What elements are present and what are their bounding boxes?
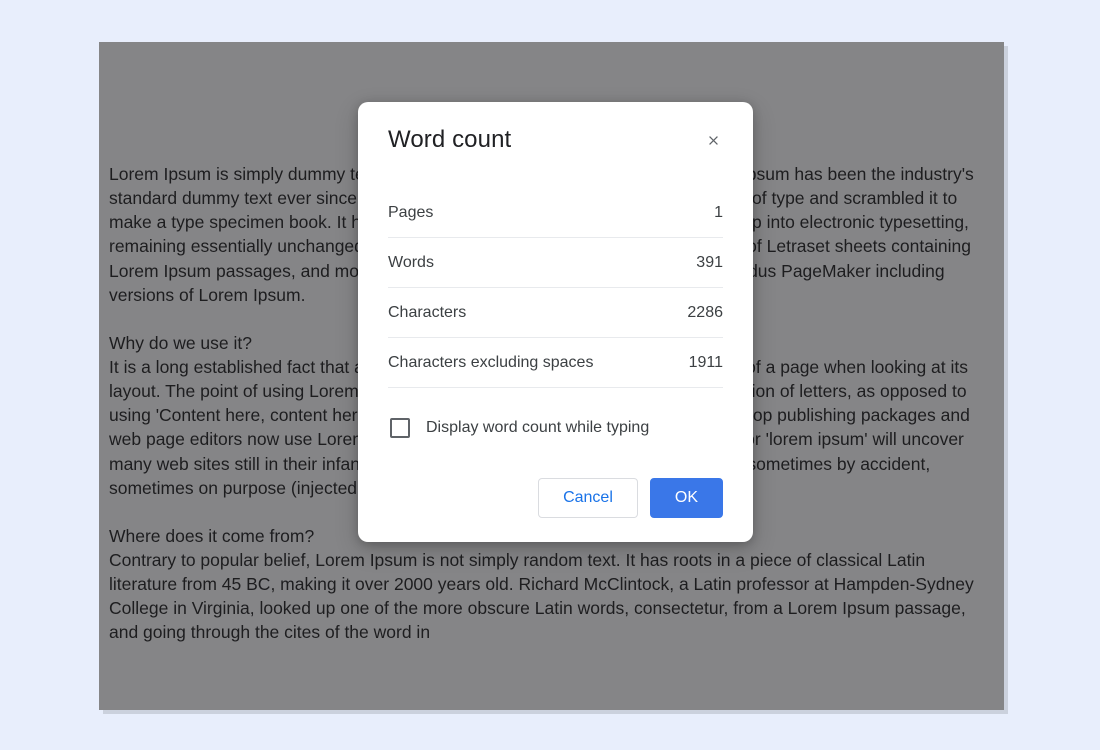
checkbox-label: Display word count while typing	[426, 419, 649, 437]
stat-label: Characters	[388, 304, 466, 322]
display-while-typing-checkbox[interactable]	[390, 418, 410, 438]
stat-label: Pages	[388, 204, 433, 222]
close-icon	[706, 133, 721, 148]
stat-label: Words	[388, 254, 434, 272]
close-button[interactable]	[703, 130, 723, 150]
stat-value: 1	[714, 204, 723, 222]
stat-row-characters-no-spaces: Characters excluding spaces 1911	[388, 338, 723, 388]
cancel-button[interactable]: Cancel	[538, 478, 638, 518]
dialog-title: Word count	[388, 126, 511, 154]
stat-value: 2286	[687, 304, 723, 322]
word-count-dialog: Word count Pages 1 Words 391 Characters …	[358, 102, 753, 542]
ok-button[interactable]: OK	[650, 478, 723, 518]
stat-row-characters: Characters 2286	[388, 288, 723, 338]
stat-label: Characters excluding spaces	[388, 354, 593, 372]
stat-value: 1911	[689, 354, 723, 372]
stat-value: 391	[696, 254, 723, 272]
stat-row-pages: Pages 1	[388, 188, 723, 238]
stat-row-words: Words 391	[388, 238, 723, 288]
